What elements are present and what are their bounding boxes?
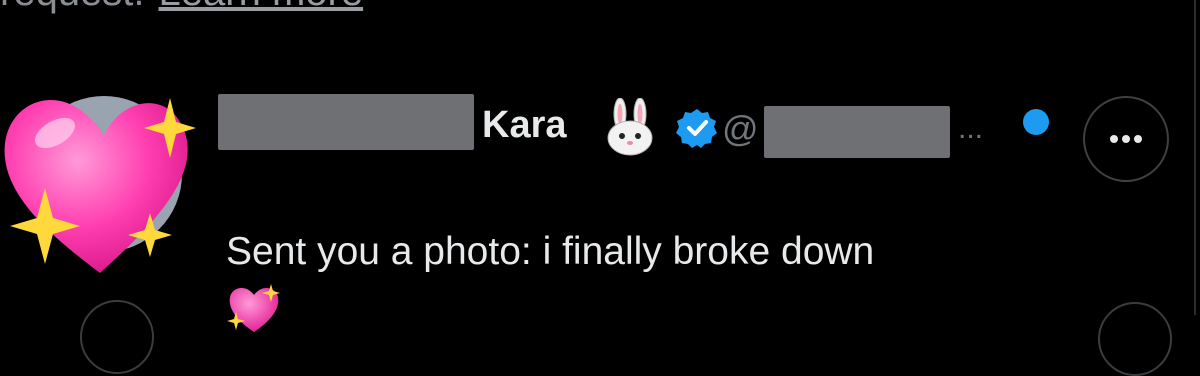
sparkling-heart-sticker-icon xyxy=(4,98,196,274)
more-horizontal-icon xyxy=(1110,135,1142,143)
rabbit-face-icon xyxy=(607,98,653,156)
message-request-notice: request. Learn more xyxy=(0,0,363,15)
more-options-button[interactable] xyxy=(1083,96,1169,182)
redacted-name xyxy=(218,94,474,150)
notice-text: request. xyxy=(0,0,145,14)
learn-more-link[interactable]: Learn more xyxy=(159,0,364,14)
unread-indicator-dot xyxy=(1023,109,1049,135)
sparkling-heart-icon xyxy=(227,284,280,332)
redacted-handle xyxy=(764,106,950,158)
handle-at: @ xyxy=(722,108,759,149)
handle-ellipsis: ... xyxy=(958,112,984,145)
message-preview: Sent you a photo: i finally broke down xyxy=(226,230,875,273)
sender-name-line: Kara @ ... xyxy=(218,90,1118,158)
display-name: Kara xyxy=(482,104,567,146)
next-item-avatar[interactable] xyxy=(80,300,154,374)
conversation-list-item[interactable]: Kara @ ... Sent you a photo: i finally b… xyxy=(0,70,1200,332)
next-item-more-button[interactable] xyxy=(1098,302,1172,376)
verified-badge-icon xyxy=(676,109,717,148)
avatar[interactable] xyxy=(0,78,205,283)
